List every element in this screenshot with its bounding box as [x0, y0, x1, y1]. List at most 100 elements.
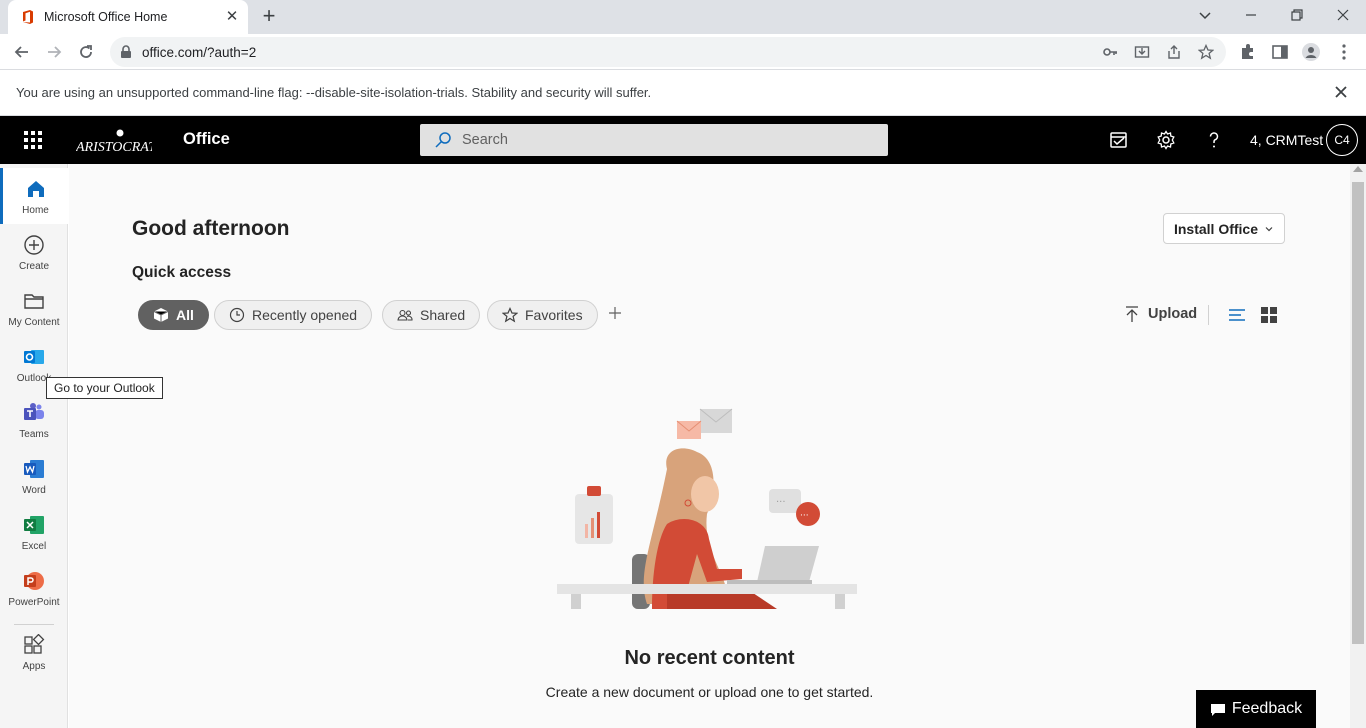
help-icon[interactable] [1204, 130, 1224, 150]
tab-close-icon[interactable]: ✕ [224, 9, 240, 25]
empty-state-title: No recent content [624, 647, 795, 669]
address-bar[interactable]: office.com/?auth=2 [110, 37, 1226, 67]
main-content: Good afternoon Install Office Quick acce… [69, 164, 1350, 728]
rail-item-powerpoint[interactable]: PowerPoint [0, 560, 68, 616]
grid-view-icon[interactable] [1260, 306, 1278, 324]
outlook-icon [24, 350, 44, 364]
feedback-button[interactable]: Feedback [1196, 690, 1316, 728]
url-text: office.com/?auth=2 [142, 44, 257, 60]
upload-label: Upload [1148, 306, 1198, 322]
settings-gear-icon[interactable] [1156, 130, 1176, 150]
filter-shared[interactable]: Shared [382, 300, 481, 330]
rail-label-teams: Teams [19, 429, 49, 440]
rail-item-create[interactable]: Create [0, 224, 68, 280]
office-header: ARISTOCRAT Office Search 4, CRMTest C4 [0, 116, 1366, 164]
warning-infobar: You are using an unsupported command-lin… [0, 70, 1366, 116]
apps-icon [24, 634, 45, 654]
office-favicon-icon [23, 10, 33, 24]
left-app-rail: Home Create My Content Outlook Teams Wor… [0, 164, 68, 728]
feedback-chat-icon [1210, 704, 1225, 716]
rail-item-teams[interactable]: Teams [0, 392, 68, 448]
my-day-icon[interactable] [1109, 130, 1129, 150]
extensions-icon[interactable] [1238, 42, 1258, 62]
list-view-icon[interactable] [1228, 306, 1246, 324]
browser-tab-strip: Microsoft Office Home ✕ + [0, 0, 1366, 34]
rail-item-apps[interactable]: Apps [0, 624, 68, 680]
infobar-close-icon[interactable] [1332, 83, 1350, 101]
install-office-button[interactable]: Install Office [1163, 213, 1285, 244]
tab-title: Microsoft Office Home [44, 10, 168, 24]
outlook-tooltip: Go to your Outlook [46, 377, 163, 399]
aristocrat-logo[interactable]: ARISTOCRAT [76, 128, 152, 154]
filter-all[interactable]: All [138, 300, 209, 330]
rail-item-word[interactable]: Word [0, 448, 68, 504]
minimize-icon[interactable] [1228, 0, 1274, 30]
filter-all-label: All [176, 307, 194, 323]
close-window-icon[interactable] [1320, 0, 1366, 30]
add-filter-icon[interactable] [606, 304, 624, 322]
office-app-name[interactable]: Office [183, 130, 230, 149]
svg-text:···: ··· [800, 511, 809, 521]
share-icon[interactable] [1166, 44, 1182, 60]
rail-label-word: Word [22, 485, 46, 496]
rail-label-powerpoint: PowerPoint [8, 597, 60, 608]
upload-button[interactable]: Upload [1124, 305, 1197, 323]
forward-icon[interactable] [40, 38, 68, 66]
rail-item-home[interactable]: Home [0, 168, 68, 224]
chevron-down-icon [1265, 226, 1273, 231]
star-icon [502, 307, 518, 323]
bookmark-star-icon[interactable] [1198, 44, 1214, 60]
app-launcher-icon[interactable] [24, 131, 42, 149]
filter-favorites-label: Favorites [525, 307, 583, 323]
infobar-message: You are using an unsupported command-lin… [16, 85, 652, 100]
plus-circle-icon [24, 235, 44, 255]
excel-icon [24, 516, 44, 534]
profile-icon[interactable] [1301, 42, 1321, 62]
feedback-label: Feedback [1231, 700, 1303, 717]
rail-label-my-content: My Content [8, 317, 60, 328]
rail-item-my-content[interactable]: My Content [0, 280, 68, 336]
scroll-up-arrow-icon[interactable] [1353, 166, 1363, 172]
browser-tab[interactable]: Microsoft Office Home ✕ [8, 0, 248, 34]
quick-access-heading: Quick access [132, 264, 232, 281]
reload-icon[interactable] [72, 38, 100, 66]
restore-icon[interactable] [1274, 0, 1320, 30]
cube-icon [153, 308, 169, 322]
upload-icon [1126, 306, 1138, 322]
people-icon [397, 309, 413, 321]
scrollbar-thumb[interactable] [1352, 182, 1364, 644]
clock-icon [229, 307, 245, 323]
greeting-heading: Good afternoon [132, 217, 290, 240]
view-separator [1208, 305, 1209, 325]
empty-state-illustration: ··· ··· [557, 408, 857, 609]
install-office-label: Install Office [1173, 220, 1259, 237]
browser-menu-icon[interactable] [1334, 42, 1354, 62]
rail-label-create: Create [18, 261, 49, 272]
folder-icon [24, 294, 44, 309]
filter-favorites[interactable]: Favorites [487, 300, 598, 330]
empty-state-subtitle: Create a new document or upload one to g… [545, 684, 874, 700]
back-icon[interactable] [8, 38, 36, 66]
user-avatar[interactable]: C4 [1326, 124, 1358, 156]
rail-label-apps: Apps [22, 661, 46, 672]
key-icon[interactable] [1102, 44, 1118, 60]
user-name[interactable]: 4, CRMTest [1250, 132, 1323, 148]
svg-text:ARISTOCRAT: ARISTOCRAT [76, 140, 152, 154]
teams-icon [24, 403, 44, 420]
rail-item-excel[interactable]: Excel [0, 504, 68, 560]
side-panel-icon[interactable] [1270, 42, 1290, 62]
rail-label-home: Home [22, 205, 49, 216]
lock-icon [121, 45, 131, 58]
filter-shared-label: Shared [420, 307, 466, 323]
search-box[interactable]: Search [420, 124, 888, 156]
tab-search-icon[interactable] [1182, 0, 1228, 30]
search-icon [435, 132, 451, 148]
filter-recently-opened-label: Recently opened [252, 307, 358, 323]
rail-label-excel: Excel [21, 541, 47, 552]
search-placeholder: Search [462, 132, 508, 148]
new-tab-icon[interactable]: + [258, 5, 280, 28]
install-app-icon[interactable] [1134, 44, 1150, 60]
powerpoint-icon [24, 572, 44, 590]
filter-recently-opened[interactable]: Recently opened [214, 300, 373, 330]
browser-toolbar: office.com/?auth=2 [0, 34, 1366, 70]
